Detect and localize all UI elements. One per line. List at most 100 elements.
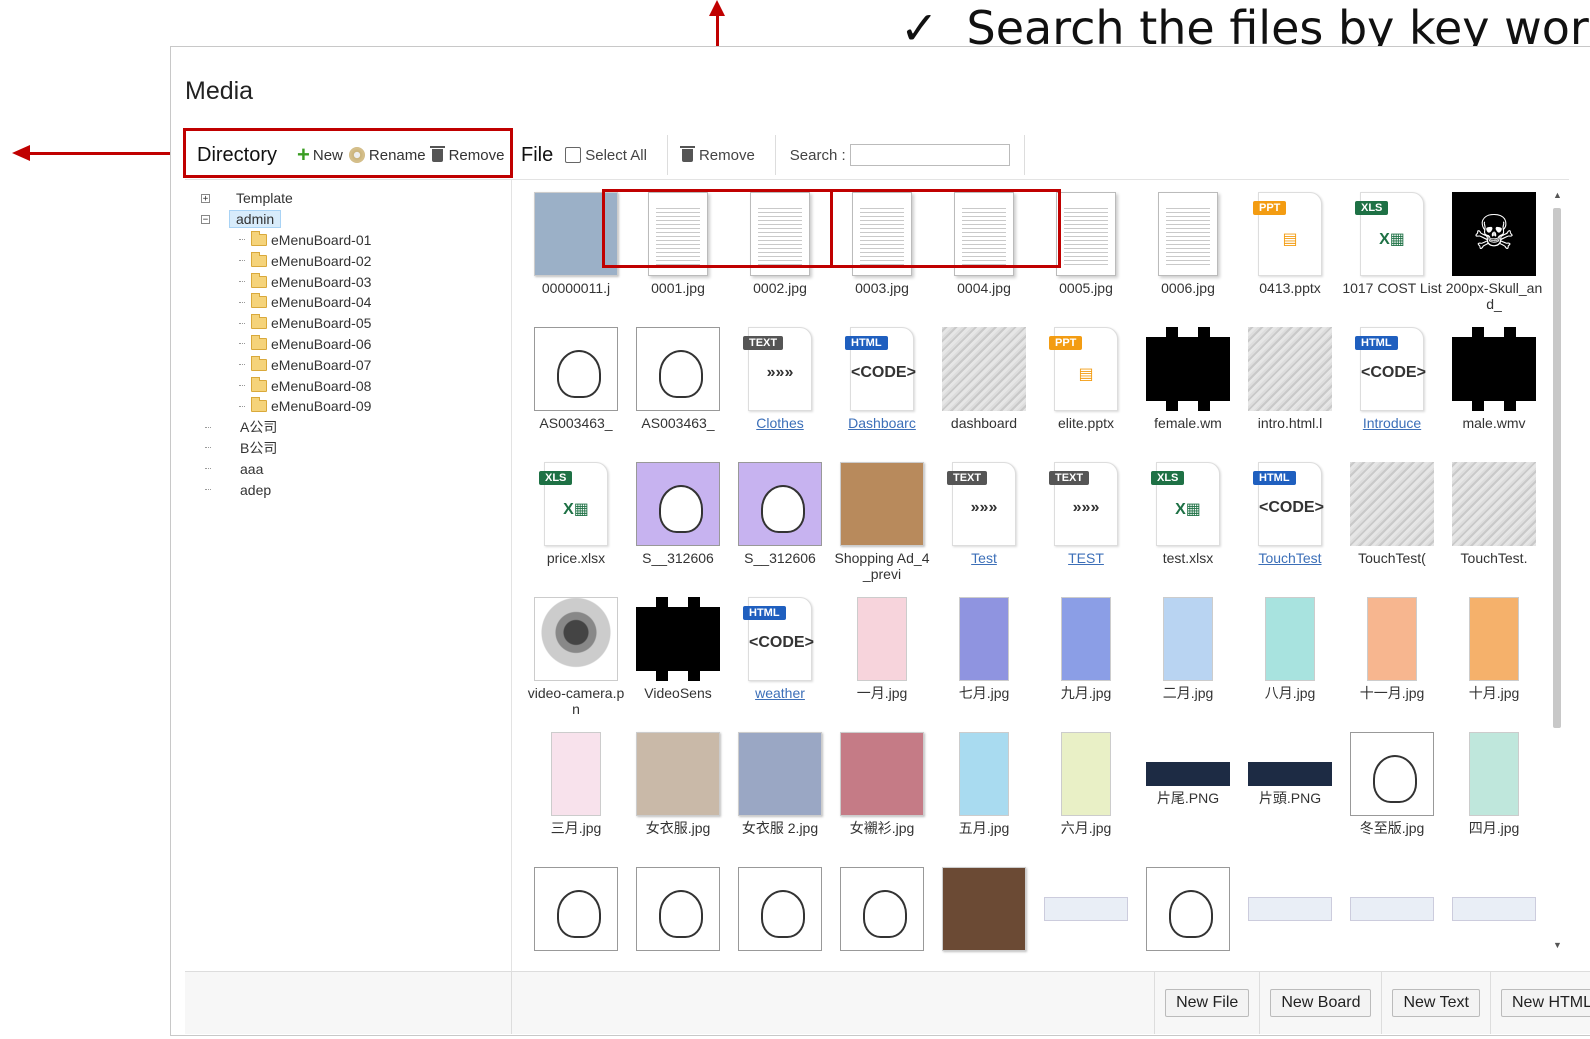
file-item[interactable]: 片尾.PNG (1137, 732, 1239, 806)
file-item[interactable]: Shopping Ad_4_previ (831, 462, 933, 582)
tree-item-label: adep (240, 481, 272, 498)
file-item[interactable]: 二月.jpg (1137, 597, 1239, 701)
new-text-button[interactable]: New Text (1392, 989, 1480, 1017)
file-name[interactable]: Clothes (729, 415, 831, 431)
file-item[interactable]: 女衣服.jpg (627, 732, 729, 836)
file-item[interactable] (729, 867, 831, 955)
file-item[interactable]: TouchTest( (1341, 462, 1443, 566)
file-item[interactable] (1341, 867, 1443, 925)
calendar-image-thumbnail (1469, 732, 1519, 816)
file-item[interactable]: TEXT »»» Test (933, 462, 1035, 566)
file-name: TouchTest( (1358, 550, 1426, 566)
file-item[interactable]: 0006.jpg (1137, 192, 1239, 296)
file-item[interactable] (1137, 867, 1239, 955)
file-name[interactable]: TEST (1035, 550, 1137, 566)
file-item[interactable]: male.wmv (1443, 327, 1545, 431)
select-all-checkbox[interactable]: Select All (565, 147, 647, 164)
file-item[interactable]: PPT ▤ elite.pptx (1035, 327, 1137, 431)
file-item[interactable]: 一月.jpg (831, 597, 933, 701)
scroll-up-icon[interactable]: ▲ (1553, 190, 1562, 200)
file-item[interactable] (525, 867, 627, 955)
file-item[interactable]: 四月.jpg (1443, 732, 1545, 836)
tree-item-child[interactable]: eMenuBoard-04 (201, 292, 371, 313)
file-name[interactable]: Test (933, 550, 1035, 566)
collapse-icon[interactable]: − (201, 214, 210, 224)
tree-item-root[interactable]: aaa (201, 458, 371, 479)
file-item[interactable]: S__312606 (627, 462, 729, 566)
tree-connector (239, 281, 245, 283)
file-item[interactable] (933, 867, 1035, 955)
file-item[interactable]: HTML <CODE> Introduce (1341, 327, 1443, 431)
expand-icon[interactable]: + (201, 193, 210, 203)
file-name: 女衣服.jpg (645, 820, 711, 836)
file-item[interactable] (1239, 867, 1341, 925)
tree-item-root[interactable]: adep (201, 479, 371, 500)
calendar-image-thumbnail (959, 732, 1009, 816)
scrollbar-thumb[interactable] (1553, 208, 1561, 728)
file-item[interactable]: XLS X▦ 1017 COST List (1341, 192, 1443, 296)
tree-item-child[interactable]: eMenuBoard-08 (201, 375, 371, 396)
file-item[interactable]: AS003463_ (627, 327, 729, 431)
file-item[interactable]: HTML <CODE> weather (729, 597, 831, 701)
file-type-badge: XLS (1151, 471, 1185, 485)
tree-item-child[interactable]: eMenuBoard-03 (201, 271, 371, 292)
file-item[interactable]: 七月.jpg (933, 597, 1035, 701)
remove-file-button[interactable]: Remove (679, 145, 755, 164)
file-item[interactable]: 十月.jpg (1443, 597, 1545, 701)
file-item[interactable]: AS003463_ (525, 327, 627, 431)
new-html-button[interactable]: New HTML (1500, 989, 1590, 1017)
file-item[interactable]: PPT ▤ 0413.pptx (1239, 192, 1341, 296)
annotation-arrow-head (12, 145, 30, 161)
file-item[interactable]: VideoSens (627, 597, 729, 701)
vertical-scrollbar[interactable]: ▲ ▼ (1551, 190, 1563, 950)
tree-connector (205, 426, 211, 428)
tree-item-child[interactable]: eMenuBoard-01 (201, 230, 371, 251)
file-item[interactable]: 五月.jpg (933, 732, 1035, 836)
file-item[interactable]: TEXT »»» Clothes (729, 327, 831, 431)
tree-item-child[interactable]: eMenuBoard-07 (201, 354, 371, 375)
file-name[interactable]: Dashboarc (831, 415, 933, 431)
file-name[interactable]: TouchTest (1239, 550, 1341, 566)
file-item[interactable]: 三月.jpg (525, 732, 627, 836)
file-type-badge: TEXT (947, 471, 988, 485)
tree-item-template[interactable]: + Template (201, 188, 371, 209)
scroll-down-icon[interactable]: ▼ (1553, 940, 1562, 950)
file-item[interactable]: 冬至版.jpg (1341, 732, 1443, 836)
tree-item-admin[interactable]: − admin (201, 209, 371, 230)
tree-item-child[interactable]: eMenuBoard-09 (201, 396, 371, 417)
file-item[interactable]: video-camera.pn (525, 597, 627, 717)
file-item[interactable]: ☠ 200px-Skull_and_ (1443, 192, 1545, 312)
file-item[interactable]: HTML <CODE> TouchTest (1239, 462, 1341, 566)
file-item[interactable]: 九月.jpg (1035, 597, 1137, 701)
file-item[interactable]: S__312606 (729, 462, 831, 566)
file-item[interactable] (1443, 867, 1545, 925)
file-item[interactable]: 片頭.PNG (1239, 732, 1341, 806)
tree-item-child[interactable]: eMenuBoard-02 (201, 250, 371, 271)
file-item[interactable]: 女衣服 2.jpg (729, 732, 831, 836)
tree-item-child[interactable]: eMenuBoard-05 (201, 313, 371, 334)
file-item[interactable] (627, 867, 729, 955)
file-item[interactable] (831, 867, 933, 955)
file-item[interactable]: 八月.jpg (1239, 597, 1341, 701)
file-item[interactable]: female.wm (1137, 327, 1239, 431)
search-input[interactable] (849, 144, 1010, 166)
file-item[interactable]: HTML <CODE> Dashboarc (831, 327, 933, 431)
file-item[interactable]: XLS X▦ price.xlsx (525, 462, 627, 566)
tree-item-child[interactable]: eMenuBoard-06 (201, 334, 371, 355)
file-item[interactable]: 女襯衫.jpg (831, 732, 933, 836)
new-board-button[interactable]: New Board (1270, 989, 1372, 1017)
file-item[interactable]: TouchTest. (1443, 462, 1545, 566)
directory-panel: + Template − admin eMenuBoard-01 eMenuBoa… (185, 179, 512, 972)
file-item[interactable]: intro.html.l (1239, 327, 1341, 431)
file-item[interactable]: dashboard (933, 327, 1035, 431)
file-item[interactable]: 十一月.jpg (1341, 597, 1443, 701)
tree-item-root[interactable]: B公司 (201, 438, 371, 459)
file-item[interactable]: TEXT »»» TEST (1035, 462, 1137, 566)
file-item[interactable]: 六月.jpg (1035, 732, 1137, 836)
tree-item-root[interactable]: A公司 (201, 417, 371, 438)
file-item[interactable]: XLS X▦ test.xlsx (1137, 462, 1239, 566)
file-name[interactable]: Introduce (1341, 415, 1443, 431)
file-item[interactable] (1035, 867, 1137, 925)
new-file-button[interactable]: New File (1165, 989, 1250, 1017)
file-name[interactable]: weather (729, 685, 831, 701)
